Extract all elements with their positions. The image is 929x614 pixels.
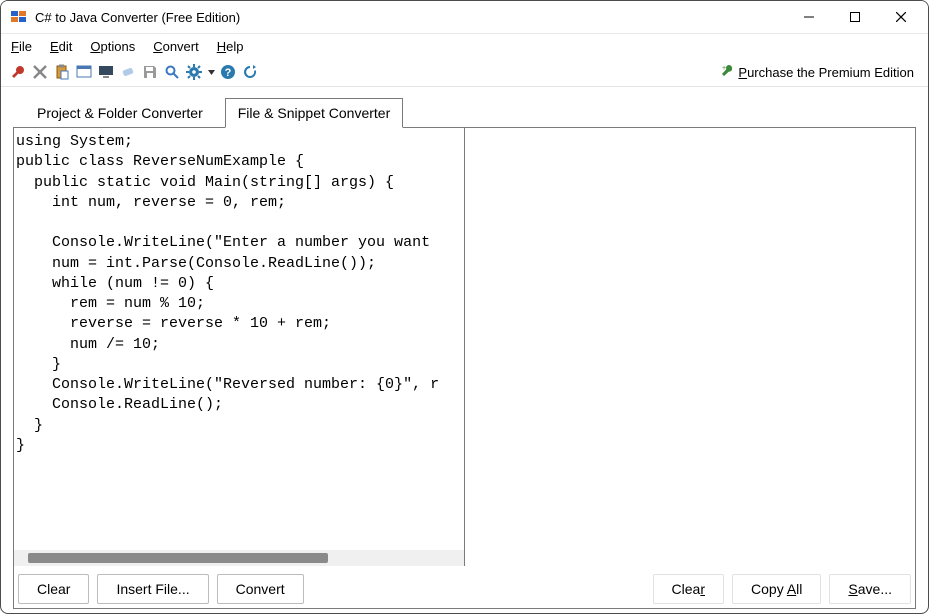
menubar: File Edit Options Convert Help bbox=[1, 34, 928, 58]
menu-file[interactable]: File bbox=[11, 39, 32, 54]
panes-container: using System; public class ReverseNumExa… bbox=[13, 127, 916, 609]
gear-dropdown-icon[interactable] bbox=[207, 63, 215, 81]
tab-project-folder[interactable]: Project & Folder Converter bbox=[25, 99, 215, 127]
svg-text:?: ? bbox=[225, 67, 232, 79]
source-code-pane[interactable]: using System; public class ReverseNumExa… bbox=[14, 128, 465, 566]
tab-file-snippet[interactable]: File & Snippet Converter bbox=[225, 98, 404, 128]
app-window: C# to Java Converter (Free Edition) File… bbox=[0, 0, 929, 614]
delete-icon[interactable] bbox=[31, 63, 49, 81]
paste-icon[interactable] bbox=[53, 63, 71, 81]
insert-file-button[interactable]: Insert File... bbox=[97, 574, 208, 604]
refresh-icon[interactable] bbox=[241, 63, 259, 81]
scrollbar-thumb[interactable] bbox=[28, 553, 328, 563]
maximize-button[interactable] bbox=[832, 1, 878, 33]
svg-text:+: + bbox=[722, 65, 726, 72]
copy-all-button[interactable]: Copy All bbox=[732, 574, 821, 604]
button-row: Clear Insert File... Convert Clear Copy … bbox=[14, 566, 915, 608]
premium-icon: + bbox=[720, 64, 734, 81]
output-code-pane[interactable] bbox=[465, 128, 916, 566]
window-title: C# to Java Converter (Free Edition) bbox=[35, 10, 240, 25]
clear-source-button[interactable]: Clear bbox=[18, 574, 89, 604]
source-horizontal-scrollbar[interactable] bbox=[14, 550, 464, 566]
menu-convert[interactable]: Convert bbox=[153, 39, 199, 54]
menu-edit[interactable]: Edit bbox=[50, 39, 72, 54]
menu-help[interactable]: Help bbox=[217, 39, 244, 54]
titlebar: C# to Java Converter (Free Edition) bbox=[1, 1, 928, 34]
clear-output-button[interactable]: Clear bbox=[653, 574, 724, 604]
eraser-icon[interactable] bbox=[119, 63, 137, 81]
premium-label: Purchase the Premium Edition bbox=[738, 65, 914, 80]
tabs-row: Project & Folder Converter File & Snippe… bbox=[13, 87, 916, 127]
gear-icon[interactable] bbox=[185, 63, 203, 81]
minimize-button[interactable] bbox=[786, 1, 832, 33]
help-icon[interactable]: ? bbox=[219, 63, 237, 81]
premium-link[interactable]: + Purchase the Premium Edition bbox=[720, 64, 920, 81]
toolbar: ? + Purchase the Premium Edition bbox=[1, 58, 928, 87]
search-icon[interactable] bbox=[163, 63, 181, 81]
wrench-icon[interactable] bbox=[9, 63, 27, 81]
save-output-button[interactable]: Save... bbox=[829, 574, 911, 604]
output-code-text[interactable] bbox=[465, 128, 916, 136]
close-button[interactable] bbox=[878, 1, 924, 33]
convert-button[interactable]: Convert bbox=[217, 574, 304, 604]
window-icon[interactable] bbox=[75, 63, 93, 81]
save-icon[interactable] bbox=[141, 63, 159, 81]
content-area: Project & Folder Converter File & Snippe… bbox=[1, 87, 928, 613]
monitor-icon[interactable] bbox=[97, 63, 115, 81]
app-icon bbox=[11, 9, 27, 25]
menu-options[interactable]: Options bbox=[90, 39, 135, 54]
source-code-text[interactable]: using System; public class ReverseNumExa… bbox=[14, 128, 464, 460]
